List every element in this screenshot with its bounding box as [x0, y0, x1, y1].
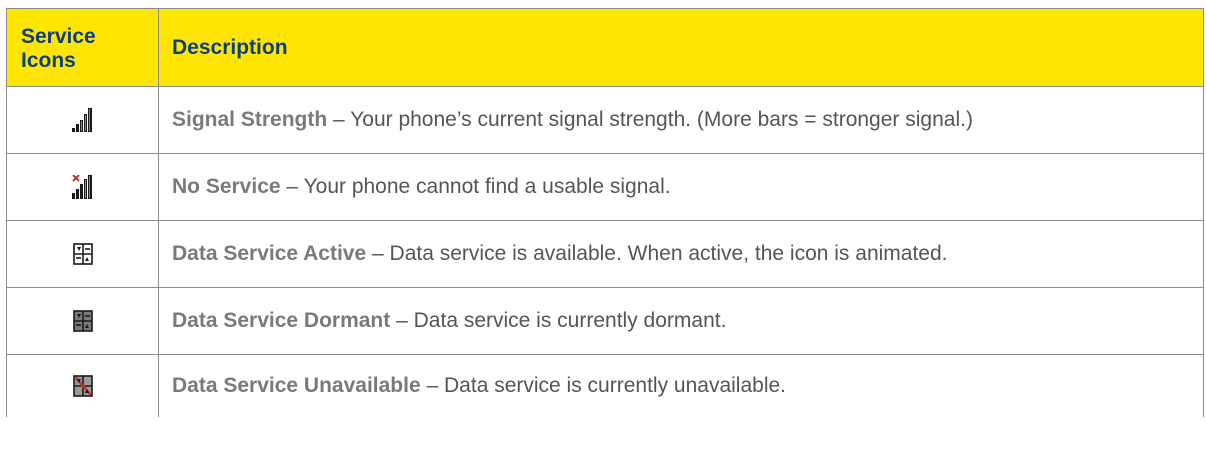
header-service-icons-line2: Icons — [21, 48, 76, 72]
service-name: Data Service Unavailable — [172, 374, 421, 397]
description-cell: No Service – Your phone cannot find a us… — [158, 153, 1204, 221]
data-service-dormant-icon — [72, 310, 93, 332]
service-description: Data service is currently dormant. — [413, 309, 727, 332]
service-name: Data Service Dormant — [172, 309, 391, 332]
description-cell: Data Service Unavailable – Data service … — [158, 354, 1204, 417]
icon-cell — [6, 220, 159, 288]
data-service-unavailable-icon — [72, 375, 93, 397]
table-row: Data Service Unavailable – Data service … — [6, 354, 1204, 417]
signal-strength-icon — [71, 108, 92, 132]
service-icons-table: Service Icons Description Signal Strengt… — [6, 8, 1204, 417]
service-description: Your phone cannot find a usable signal. — [303, 175, 671, 198]
page: { "table": { "headers": { "icons": "Serv… — [0, 0, 1207, 450]
service-name: Data Service Active — [172, 242, 367, 265]
separator: – — [372, 242, 384, 265]
service-name: No Service — [172, 175, 281, 198]
separator: – — [396, 309, 408, 332]
service-description: Your phone’s current signal strength. (M… — [350, 108, 973, 131]
data-service-active-icon — [72, 243, 93, 265]
service-name: Signal Strength — [172, 108, 328, 131]
icon-cell — [6, 354, 159, 417]
description-cell: Signal Strength – Your phone’s current s… — [158, 86, 1204, 154]
separator: – — [286, 175, 299, 198]
no-service-icon — [71, 175, 92, 199]
table-header-row: Service Icons Description — [6, 8, 1204, 87]
icon-cell — [6, 153, 159, 221]
separator: – — [426, 374, 439, 397]
table-row: No Service – Your phone cannot find a us… — [6, 153, 1204, 221]
separator: – — [333, 108, 345, 131]
description-cell: Data Service Active – Data service is av… — [158, 220, 1204, 288]
table-row: Signal Strength – Your phone’s current s… — [6, 86, 1204, 154]
icon-cell — [6, 86, 159, 154]
table-row: Data Service Dormant – Data service is c… — [6, 287, 1204, 355]
header-service-icons: Service Icons — [6, 8, 159, 87]
description-cell: Data Service Dormant – Data service is c… — [158, 287, 1204, 355]
service-description: Data service is available. When active, … — [389, 242, 948, 265]
table-row: Data Service Active – Data service is av… — [6, 220, 1204, 288]
icon-cell — [6, 287, 159, 355]
header-description: Description — [158, 8, 1204, 87]
header-service-icons-line1: Service — [21, 24, 96, 48]
service-description: Data service is currently unavailable. — [444, 374, 787, 397]
